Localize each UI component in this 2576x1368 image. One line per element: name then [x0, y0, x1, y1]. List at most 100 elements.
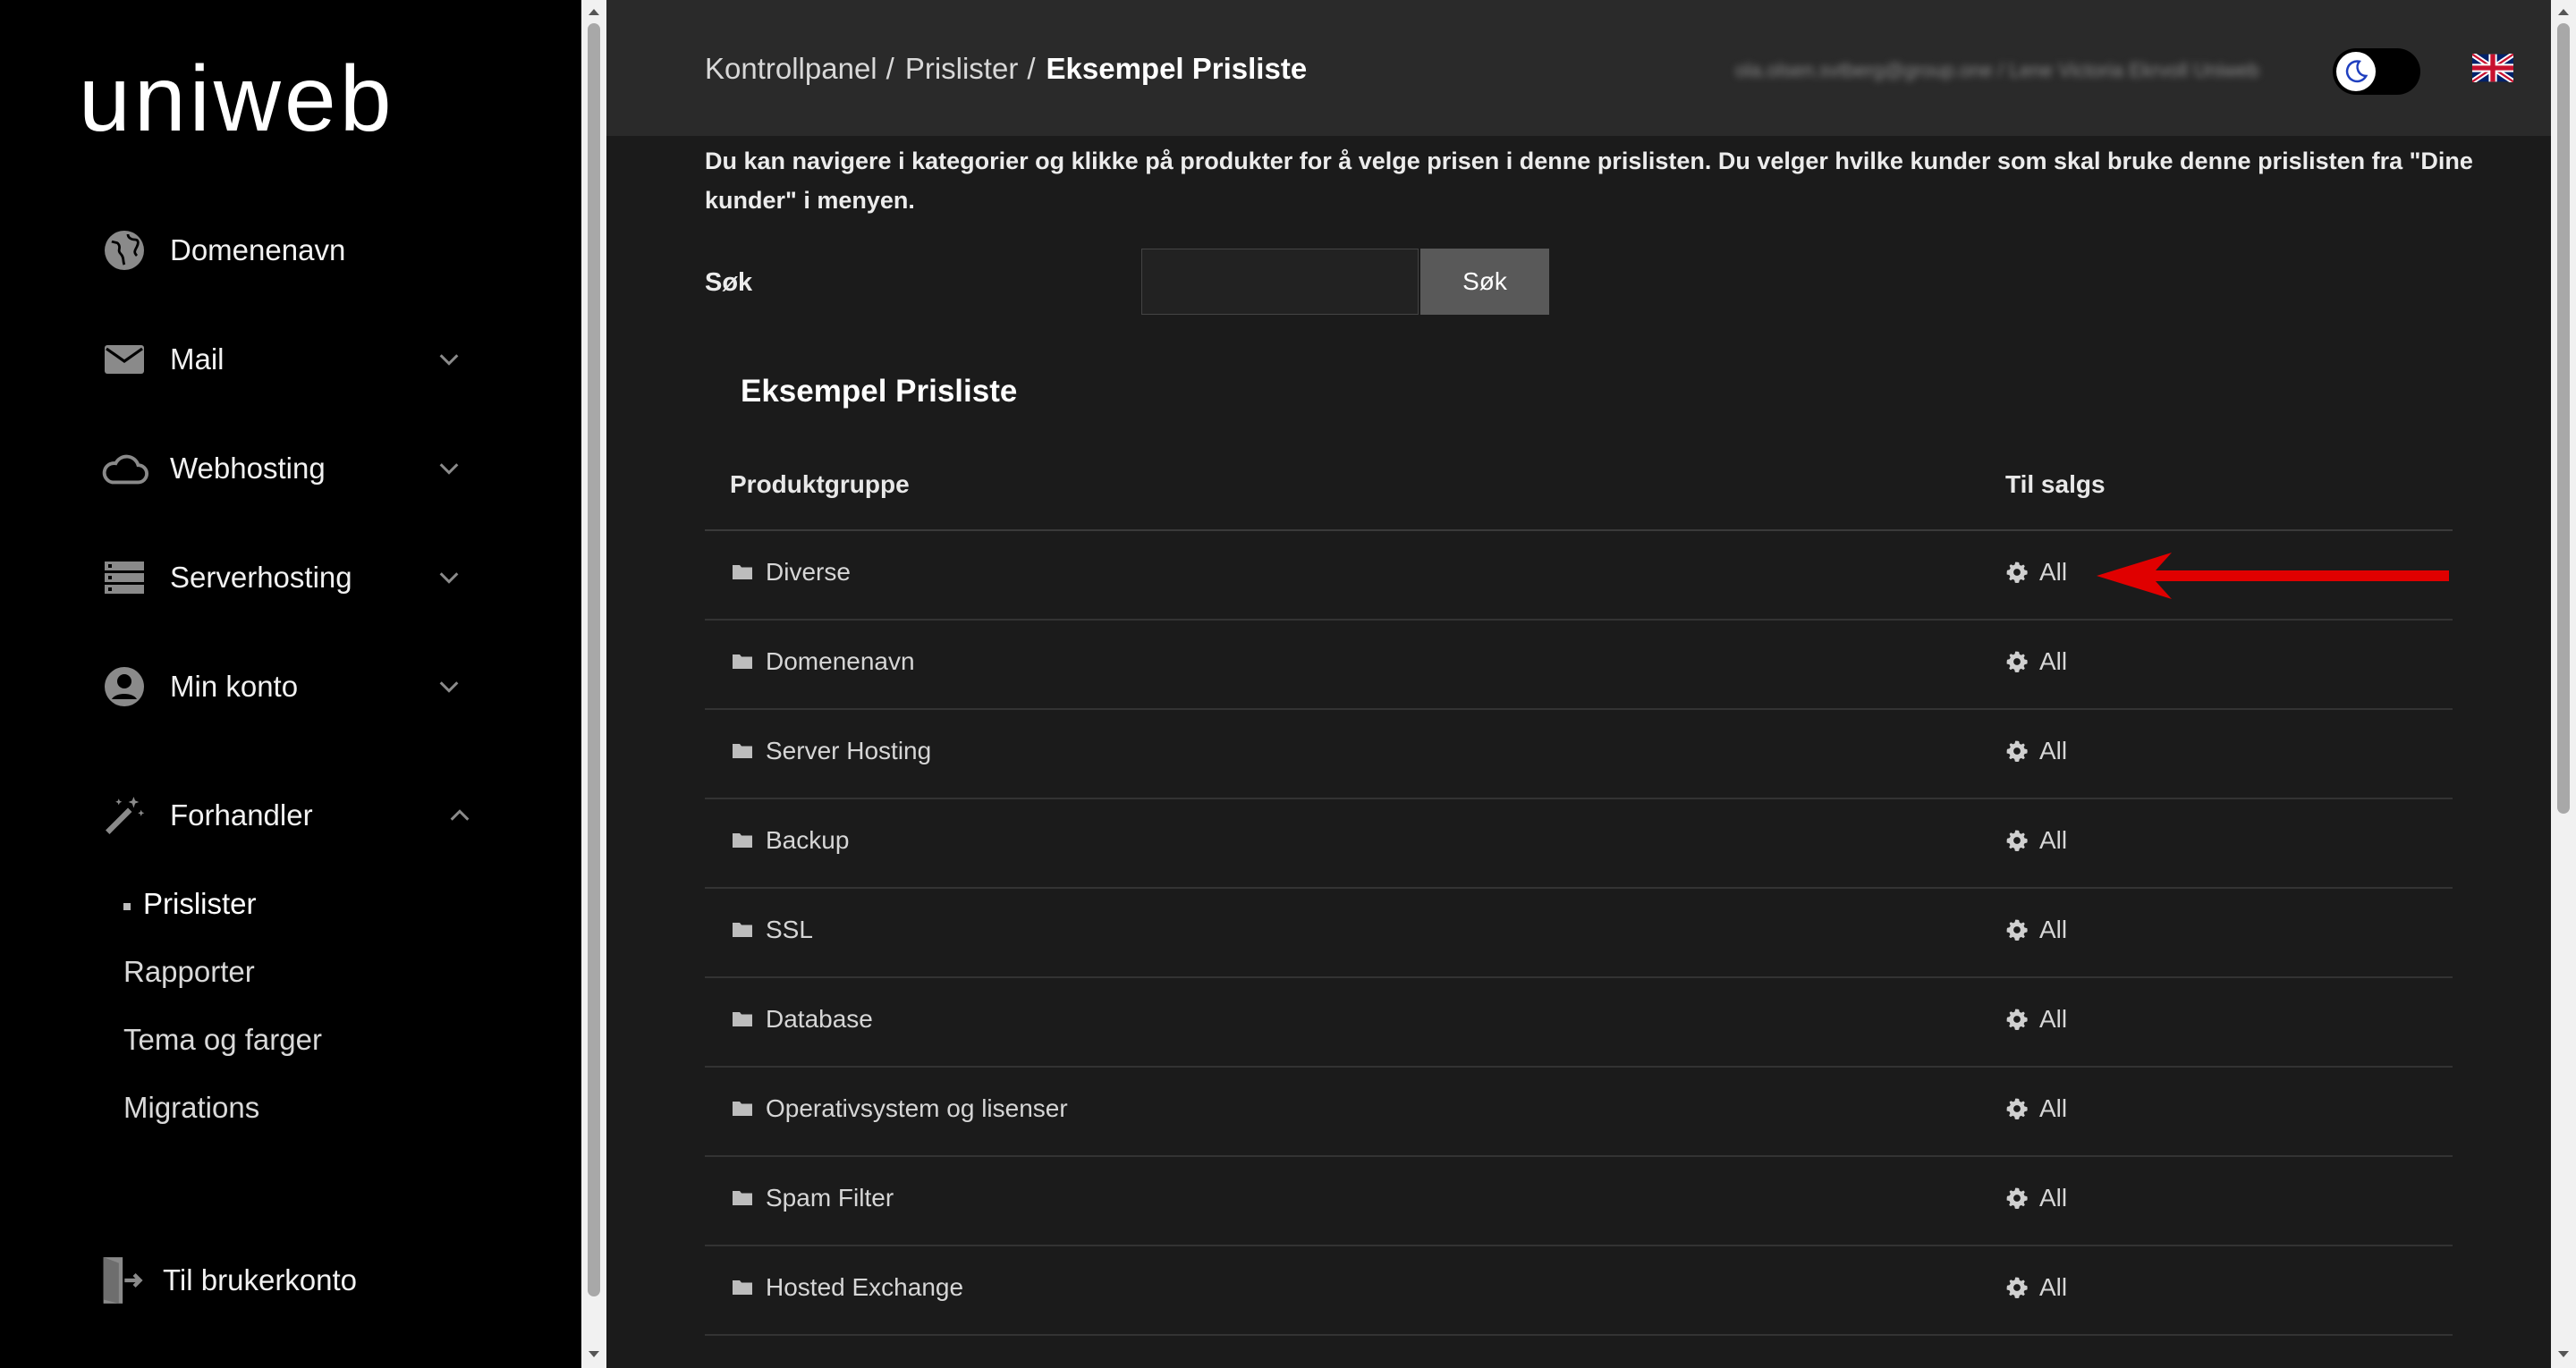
chevron-down-icon[interactable]: [436, 347, 462, 372]
search-button[interactable]: Søk: [1420, 249, 1549, 315]
folder-icon: [733, 1280, 752, 1295]
sale-setting-link[interactable]: All: [2005, 1005, 2067, 1034]
table-row: Backup All: [705, 799, 2453, 889]
mail-icon: [100, 335, 148, 384]
folder-icon: [733, 923, 752, 937]
gear-icon: [2006, 1009, 2028, 1031]
globe-icon: [100, 226, 148, 274]
sale-setting-link[interactable]: All: [2005, 1184, 2067, 1212]
sidebar-item-label: Serverhosting: [170, 561, 352, 594]
product-group-label: Domenenavn: [766, 647, 915, 675]
account-icon: [100, 663, 148, 711]
sidebar-item-label: Domenenavn: [170, 233, 346, 266]
intro-text: Du kan navigere i kategorier og klikke p…: [705, 148, 2473, 214]
table-row: Server Hosting All: [705, 710, 2453, 799]
exit-door-icon: [97, 1256, 145, 1305]
sidebar-scroll-thumb[interactable]: [588, 23, 600, 1296]
sale-setting-link[interactable]: All: [2005, 1273, 2067, 1302]
uk-flag-icon[interactable]: [2472, 54, 2513, 82]
magic-wand-icon: [100, 791, 148, 840]
chevron-down-icon[interactable]: [436, 674, 462, 699]
product-group-label: Server Hosting: [766, 737, 932, 764]
column-header-til-salgs: Til salgs: [2005, 470, 2106, 498]
sidebar-item-label: Mail: [170, 342, 225, 376]
product-group-link[interactable]: Database: [732, 1005, 873, 1034]
table-row: Database All: [705, 978, 2453, 1068]
table-row: SSL All: [705, 889, 2453, 978]
folder-icon: [733, 565, 752, 579]
sale-setting-link[interactable]: All: [2005, 916, 2067, 944]
gear-icon: [2006, 919, 2028, 942]
breadcrumb-kontrollpanel[interactable]: Kontrollpanel: [705, 52, 877, 85]
gear-icon: [2006, 562, 2028, 584]
sidebar-subitem-migrations[interactable]: Migrations: [123, 1091, 259, 1125]
sale-value: All: [2039, 826, 2068, 854]
sidebar-subitem-rapporter[interactable]: Rapporter: [123, 955, 255, 989]
sale-setting-link[interactable]: All: [2005, 647, 2067, 676]
scroll-down-arrow-icon[interactable]: [2551, 1345, 2576, 1364]
page-scrollbar[interactable]: [2551, 0, 2576, 1368]
sale-setting-link[interactable]: All: [2005, 1094, 2067, 1123]
sidebar-item-serverhosting[interactable]: Serverhosting: [100, 542, 476, 613]
sale-value: All: [2039, 1094, 2068, 1122]
sale-value: All: [2039, 1184, 2068, 1212]
sidebar-scrollbar[interactable]: [581, 0, 606, 1368]
breadcrumb-separator: /: [1027, 52, 1036, 85]
til-brukerkonto-link[interactable]: Til brukerkonto: [97, 1245, 472, 1316]
scroll-down-arrow-icon[interactable]: [581, 1345, 606, 1364]
cloud-icon: [100, 444, 148, 493]
sale-value: All: [2039, 1005, 2068, 1033]
product-group-link[interactable]: Domenenavn: [732, 647, 915, 676]
product-group-label: Database: [766, 1005, 873, 1033]
product-group-link[interactable]: Backup: [732, 826, 849, 855]
page-scroll-thumb[interactable]: [2557, 23, 2570, 814]
product-group-link[interactable]: Server Hosting: [732, 737, 931, 765]
sale-value: All: [2039, 916, 2068, 943]
sidebar-item-webhosting[interactable]: Webhosting: [100, 433, 476, 504]
table-row: Hosted Exchange All: [705, 1246, 2453, 1336]
chevron-down-icon[interactable]: [436, 456, 462, 481]
chevron-up-icon[interactable]: [447, 803, 472, 828]
sale-setting-link[interactable]: All: [2005, 737, 2067, 765]
gear-icon: [2006, 651, 2028, 673]
main-content: Kontrollpanel / Prislister / Eksempel Prisli…: [606, 0, 2551, 1368]
theme-toggle[interactable]: [2333, 48, 2420, 95]
product-group-link[interactable]: Hosted Exchange: [732, 1273, 963, 1302]
search-input[interactable]: [1141, 249, 1419, 315]
sidebar-item-label: Forhandler: [170, 798, 313, 832]
scroll-up-arrow-icon[interactable]: [2551, 2, 2576, 21]
column-header-produktgruppe: Produktgruppe: [730, 470, 910, 498]
sidebar-subitem-prislister[interactable]: Prislister: [143, 887, 257, 921]
sale-setting-link[interactable]: All: [2005, 826, 2067, 855]
product-group-label: SSL: [766, 916, 813, 943]
til-brukerkonto-label: Til brukerkonto: [163, 1263, 358, 1296]
chevron-down-icon[interactable]: [436, 565, 462, 590]
product-group-link[interactable]: Diverse: [732, 558, 851, 587]
sidebar-item-min-konto[interactable]: Min konto: [100, 651, 476, 722]
product-group-label: Spam Filter: [766, 1184, 894, 1212]
product-group-link[interactable]: Spam Filter: [732, 1184, 894, 1212]
product-group-link[interactable]: Operativsystem og lisenser: [732, 1094, 1068, 1123]
sidebar: uniweb Domenenavn Mail Webhosting Server…: [0, 0, 581, 1368]
uniweb-logo[interactable]: uniweb: [79, 47, 481, 151]
sale-value: All: [2039, 647, 2068, 675]
sidebar-item-mail[interactable]: Mail: [100, 324, 476, 395]
gear-icon: [2006, 1098, 2028, 1120]
scroll-up-arrow-icon[interactable]: [581, 2, 606, 21]
sidebar-item-forhandler[interactable]: Forhandler: [100, 780, 476, 851]
active-bullet: [123, 903, 131, 910]
table-row: Domenenavn All: [705, 621, 2453, 710]
sidebar-subitem-tema-og-farger[interactable]: Tema og farger: [123, 1023, 322, 1057]
folder-icon: [733, 833, 752, 848]
breadcrumb-prislister[interactable]: Prislister: [905, 52, 1019, 85]
sidebar-item-label: Webhosting: [170, 452, 326, 485]
sidebar-item-domenenavn[interactable]: Domenenavn: [100, 215, 476, 286]
product-group-label: Operativsystem og lisenser: [766, 1094, 1068, 1122]
product-group-label: Hosted Exchange: [766, 1273, 964, 1301]
product-group-link[interactable]: SSL: [732, 916, 813, 944]
red-arrow-annotation: [2097, 553, 2449, 599]
sale-value: All: [2039, 737, 2068, 764]
sale-value: All: [2039, 1273, 2068, 1301]
svg-text:uniweb: uniweb: [79, 52, 395, 141]
sale-setting-link[interactable]: All: [2005, 558, 2067, 587]
